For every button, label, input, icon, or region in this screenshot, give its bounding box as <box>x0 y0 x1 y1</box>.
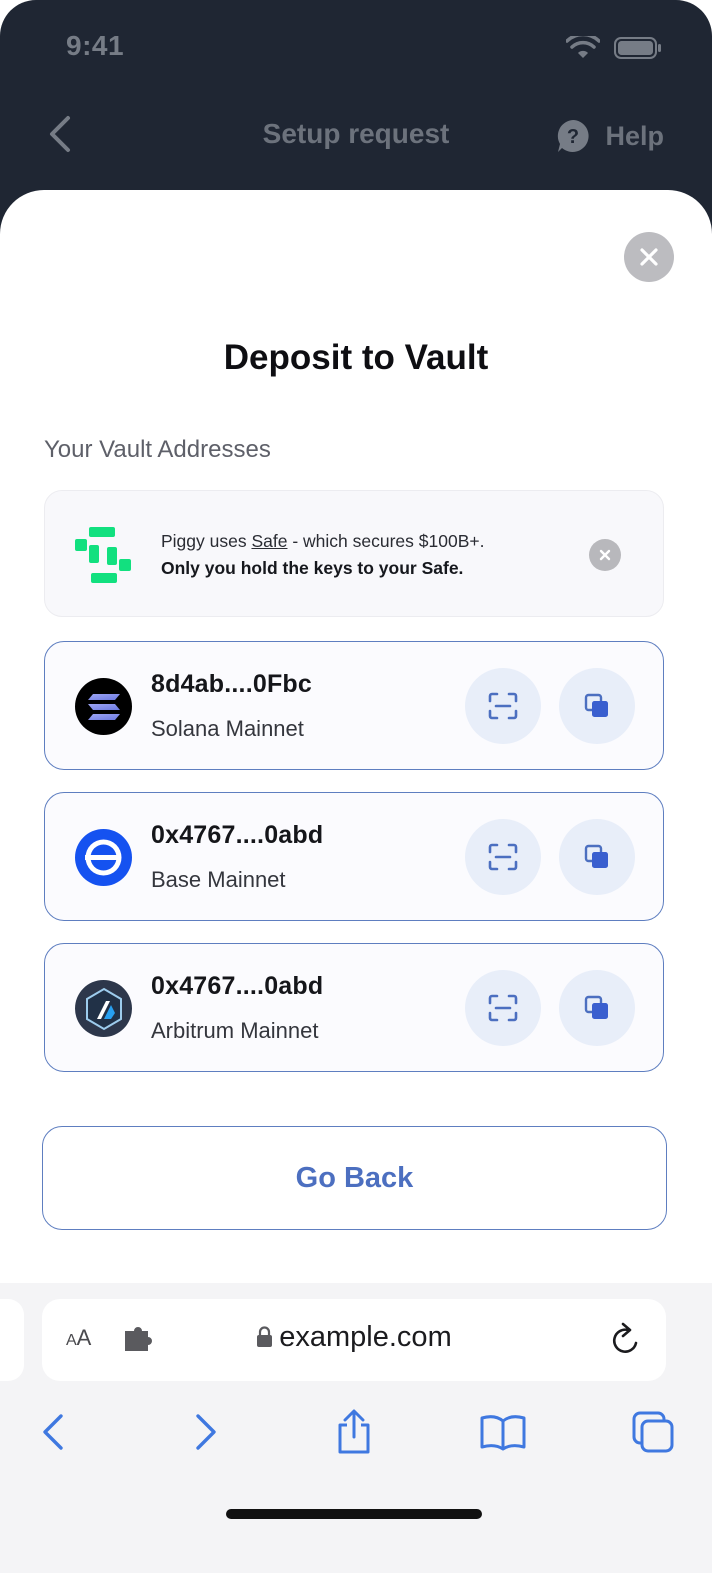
browser-back-button[interactable] <box>28 1407 78 1457</box>
arbitrum-logo-icon <box>75 980 132 1037</box>
go-back-button[interactable]: Go Back <box>42 1126 667 1230</box>
copy-icon <box>584 995 608 1019</box>
safe-link[interactable]: Safe <box>251 531 287 551</box>
url-display[interactable]: example.com <box>42 1321 666 1354</box>
sheet-title: Deposit to Vault <box>223 338 489 377</box>
info-prefix: Piggy uses <box>161 531 252 551</box>
tabs-icon <box>632 1411 674 1453</box>
url-text: example.com <box>279 1321 452 1353</box>
scan-icon <box>488 843 518 871</box>
address-card-arbitrum: 0x4767....0abd Arbitrum Mainnet <box>44 943 664 1072</box>
copy-address-button[interactable] <box>559 668 635 744</box>
solana-logo-icon <box>75 678 132 735</box>
browser-forward-button[interactable] <box>181 1407 231 1457</box>
close-icon <box>599 549 611 561</box>
info-suffix: - which secures $100B+. <box>287 531 485 551</box>
dismiss-info-button[interactable] <box>589 539 621 571</box>
status-time: 9:41 <box>66 30 125 61</box>
previous-tab-edge[interactable] <box>0 1299 24 1381</box>
chevron-left-icon <box>43 1414 63 1450</box>
copy-address-button[interactable] <box>559 819 635 895</box>
safe-logo-icon <box>75 527 131 583</box>
info-keys-line: Only you hold the keys to your Safe. <box>161 558 464 578</box>
address-card-solana: 8d4ab....0Fbc Solana Mainnet <box>44 641 664 770</box>
safe-info-banner: Piggy uses Safe - which secures $100B+. … <box>44 490 664 617</box>
show-qr-button[interactable] <box>465 668 541 744</box>
lock-icon <box>257 1326 273 1347</box>
network-name: Base Mainnet <box>151 867 286 892</box>
network-name: Arbitrum Mainnet <box>151 1018 319 1043</box>
copy-address-button[interactable] <box>559 970 635 1046</box>
section-label: Your Vault Addresses <box>44 436 271 463</box>
home-indicator <box>226 1509 482 1519</box>
share-button[interactable] <box>329 1407 379 1457</box>
status-icons <box>566 36 662 60</box>
browser-chrome: AA example.com <box>0 1283 712 1573</box>
share-icon <box>338 1409 370 1454</box>
scan-icon <box>488 692 518 720</box>
vault-address: 8d4ab....0Fbc <box>151 670 312 698</box>
tabs-button[interactable] <box>628 1407 678 1457</box>
reload-icon[interactable] <box>608 1321 644 1359</box>
help-icon: ? <box>558 120 590 152</box>
copy-icon <box>584 844 608 868</box>
close-icon <box>640 248 658 266</box>
svg-text:?: ? <box>567 126 579 148</box>
deposit-sheet: Deposit to Vault Your Vault Addresses Pi… <box>0 190 712 1290</box>
battery-icon <box>614 37 661 59</box>
copy-icon <box>584 693 608 717</box>
scan-icon <box>488 994 518 1022</box>
address-bar[interactable]: AA example.com <box>42 1299 666 1381</box>
help-label: Help <box>605 120 664 151</box>
wifi-icon <box>566 36 600 58</box>
safe-info-text: Piggy uses Safe - which secures $100B+. … <box>161 528 484 582</box>
chevron-right-icon <box>196 1414 216 1450</box>
vault-address: 0x4767....0abd <box>151 821 324 849</box>
vault-address: 0x4767....0abd <box>151 972 324 1000</box>
show-qr-button[interactable] <box>465 970 541 1046</box>
base-logo-icon <box>75 829 132 886</box>
sheet-close-button[interactable] <box>624 232 674 282</box>
show-qr-button[interactable] <box>465 819 541 895</box>
bookmarks-button[interactable] <box>478 1407 528 1457</box>
book-icon <box>480 1415 526 1451</box>
address-card-base: 0x4767....0abd Base Mainnet <box>44 792 664 921</box>
network-name: Solana Mainnet <box>151 716 304 741</box>
help-button[interactable]: ? Help <box>555 118 664 154</box>
